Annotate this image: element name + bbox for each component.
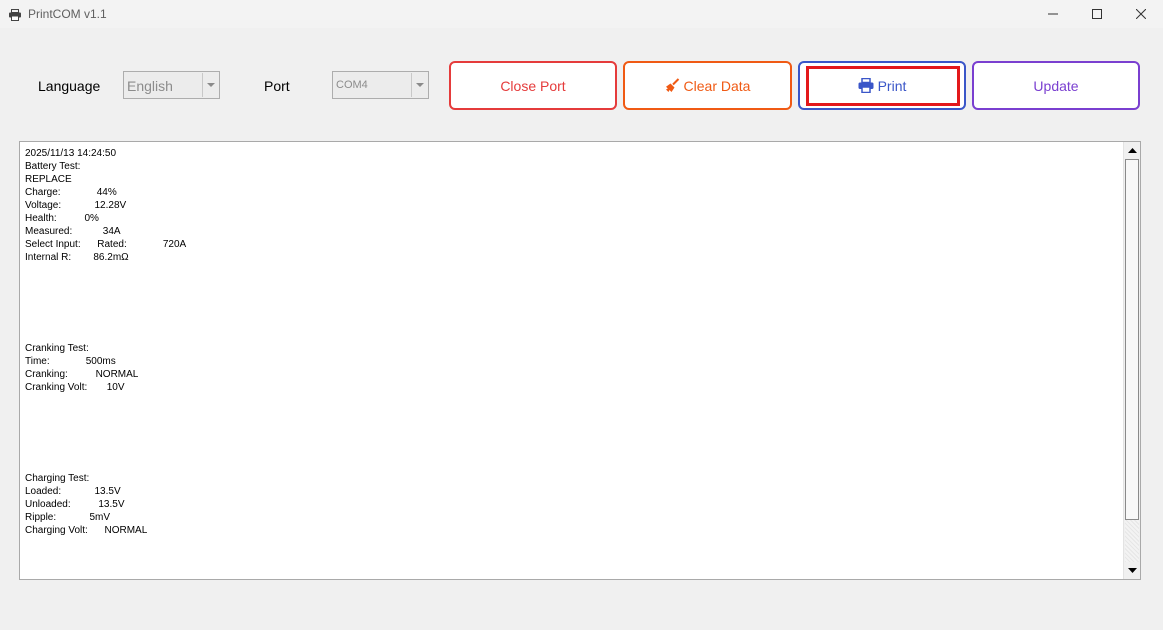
language-select[interactable]: English bbox=[123, 71, 220, 99]
scroll-up-button[interactable] bbox=[1124, 142, 1140, 159]
printer-icon bbox=[858, 78, 874, 93]
minimize-button[interactable] bbox=[1030, 0, 1076, 28]
broom-icon bbox=[665, 78, 680, 93]
scroll-track[interactable] bbox=[1125, 520, 1139, 562]
close-window-button[interactable] bbox=[1118, 0, 1163, 28]
vertical-scrollbar[interactable] bbox=[1123, 142, 1140, 579]
update-label: Update bbox=[1033, 77, 1079, 94]
print-button[interactable]: Print bbox=[798, 61, 966, 110]
window-title: PrintCOM v1.1 bbox=[28, 7, 107, 21]
scroll-thumb[interactable] bbox=[1125, 159, 1139, 520]
close-port-label: Close Port bbox=[500, 77, 566, 94]
printer-icon bbox=[8, 8, 22, 21]
port-label: Port bbox=[264, 78, 290, 94]
port-value: COM4 bbox=[336, 79, 368, 91]
title-bar: PrintCOM v1.1 bbox=[0, 0, 1163, 28]
minimize-icon bbox=[1048, 13, 1058, 15]
print-label: Print bbox=[877, 77, 907, 94]
output-text: 2025/11/13 14:24:50 Battery Test: REPLAC… bbox=[25, 148, 187, 536]
language-label: Language bbox=[38, 78, 101, 94]
close-icon bbox=[1136, 9, 1146, 19]
output-textarea[interactable]: 2025/11/13 14:24:50 Battery Test: REPLAC… bbox=[19, 141, 1141, 580]
chevron-down-icon[interactable] bbox=[202, 73, 218, 97]
close-port-button[interactable]: Close Port bbox=[449, 61, 617, 110]
clear-data-button[interactable]: Clear Data bbox=[623, 61, 792, 110]
caret-up-icon bbox=[1127, 148, 1137, 153]
scroll-down-button[interactable] bbox=[1124, 562, 1140, 579]
clear-data-label: Clear Data bbox=[683, 77, 751, 94]
maximize-button[interactable] bbox=[1074, 0, 1120, 28]
language-value: English bbox=[127, 78, 173, 94]
chevron-down-icon[interactable] bbox=[411, 73, 427, 97]
update-button[interactable]: Update bbox=[972, 61, 1140, 110]
maximize-icon bbox=[1092, 9, 1102, 19]
caret-down-icon bbox=[1127, 568, 1137, 573]
port-select[interactable]: COM4 bbox=[332, 71, 429, 99]
